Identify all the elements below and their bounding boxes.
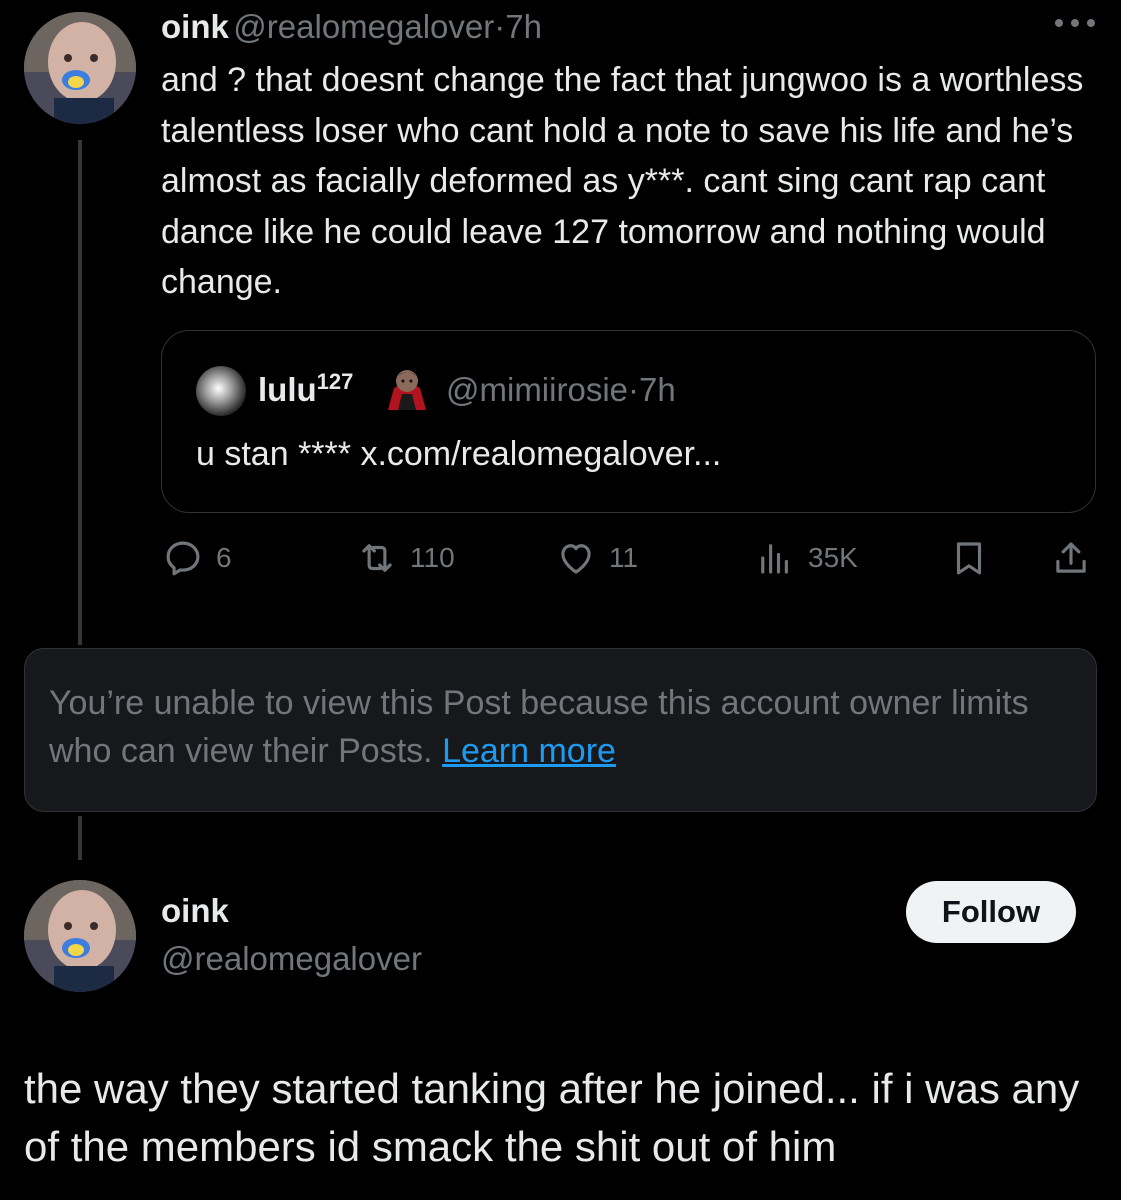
main-post-text: the way they started tanking after he jo… (24, 1065, 1080, 1170)
post-text: and ? that doesnt change the fact that j… (161, 61, 1093, 301)
bookmark-button[interactable] (948, 536, 990, 580)
repost-icon (362, 544, 392, 572)
bookmark-icon (956, 542, 982, 575)
like-icon (561, 544, 591, 574)
main-avatar[interactable] (24, 880, 136, 992)
views-count: 35K (808, 542, 858, 573)
learn-more-link[interactable]: Learn more (442, 732, 616, 770)
restricted-post-notice: You’re unable to view this Post because … (24, 648, 1097, 812)
quote-author-handle: @mimiirosie (446, 371, 628, 408)
repost-count: 110 (410, 542, 455, 573)
reply-button[interactable]: 6 (162, 536, 232, 580)
follow-button[interactable]: Follow (906, 881, 1076, 943)
quote-author-meta: @mimiirosie·7h (446, 371, 676, 409)
avatar[interactable] (24, 12, 136, 124)
quote-time: 7h (639, 371, 676, 408)
quote-author-name-sup: 127 (316, 369, 354, 394)
like-count: 11 (609, 542, 639, 573)
quote-text: u stan **** x.com/realomegalover... (196, 435, 722, 473)
like-button[interactable]: 11 (555, 536, 638, 580)
quote-author-name: lulu127 (258, 369, 353, 409)
main-author-name[interactable]: oink (161, 892, 229, 930)
thread-line-top (78, 140, 82, 645)
views-button[interactable]: 35K (754, 536, 858, 580)
quote-avatar (196, 366, 246, 416)
main-author-handle[interactable]: @realomegalover (161, 940, 422, 978)
views-icon (761, 544, 788, 574)
vampire-emoji-icon (388, 370, 426, 410)
repost-button[interactable]: 110 (356, 536, 455, 580)
avatar-image (24, 880, 136, 992)
author-name[interactable]: oink (161, 8, 229, 45)
quote-separator: · (628, 371, 639, 408)
author-handle[interactable]: @realomegalover (233, 8, 494, 45)
reply-count: 6 (216, 542, 232, 573)
share-button[interactable] (1050, 536, 1092, 580)
quoted-post[interactable]: lulu127 @mimiirosie·7h u stan **** x.com… (161, 330, 1096, 513)
share-icon (1056, 542, 1086, 573)
post-time[interactable]: 7h (505, 8, 542, 45)
separator: · (494, 8, 506, 45)
quote-author-name-text: lulu (258, 371, 317, 408)
avatar-image (24, 12, 136, 124)
reply-icon (166, 541, 200, 576)
thread-line-bottom (78, 816, 82, 860)
more-icon[interactable] (1052, 10, 1098, 36)
